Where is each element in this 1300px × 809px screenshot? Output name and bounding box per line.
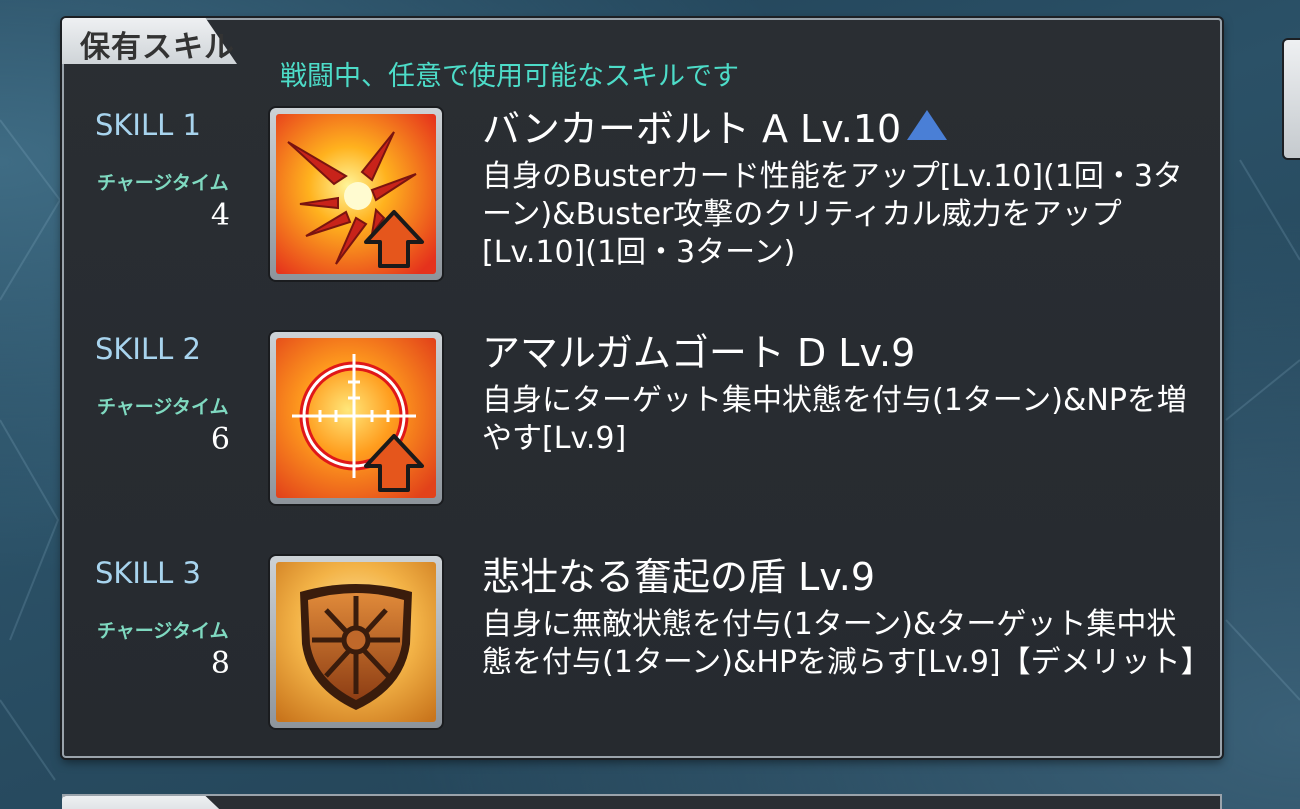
skill-2-icon-frame[interactable]	[270, 332, 442, 504]
skill-3-charge-value: 8	[210, 646, 230, 681]
skill-3-icon-frame[interactable]	[270, 556, 442, 728]
skill-1-slot-label: SKILL 1	[95, 108, 201, 142]
skill-2-slot-label: SKILL 2	[95, 332, 201, 366]
skill-1-description: 自身のBusterカード性能をアップ[Lv.10](1回・3ターン)&Buste…	[482, 159, 1183, 270]
buster-burst-up-icon	[276, 114, 436, 274]
panel-title: 保有スキル	[80, 30, 235, 65]
skill-3-slot-label: SKILL 3	[95, 556, 201, 590]
skill-1-charge-label: チャージタイム	[97, 172, 229, 194]
skill-1-name: バンカーボルト A Lv.10	[482, 98, 948, 153]
side-panel-edge[interactable]	[1284, 40, 1300, 158]
skill-2-charge-label: チャージタイム	[97, 396, 229, 418]
skill-3-name: 悲壮なる奮起の盾 Lv.9	[482, 555, 876, 599]
skill-2-description: 自身にターゲット集中状態を付与(1ターン)&NPを増やす[Lv.9]	[482, 383, 1187, 456]
skill-2-charge-value: 6	[210, 422, 230, 457]
skill-1-icon-frame[interactable]	[270, 108, 442, 280]
skill-3-charge-label: チャージタイム	[97, 620, 229, 642]
panel-subtitle: 戦闘中、任意で使用可能なスキルです	[280, 61, 739, 92]
skill-1-charge-value: 4	[210, 198, 230, 233]
skill-1-name-text: バンカーボルト A Lv.10	[482, 107, 902, 151]
target-focus-up-icon	[276, 338, 436, 498]
level-up-arrow-icon	[907, 110, 948, 140]
skill-2-name: アマルガムゴート D Lv.9	[482, 331, 916, 375]
next-panel	[62, 794, 1222, 809]
shield-icon	[276, 562, 436, 722]
skill-3-description: 自身に無敵状態を付与(1ターン)&ターゲット集中状態を付与(1ターン)&HPを減…	[482, 607, 1211, 680]
